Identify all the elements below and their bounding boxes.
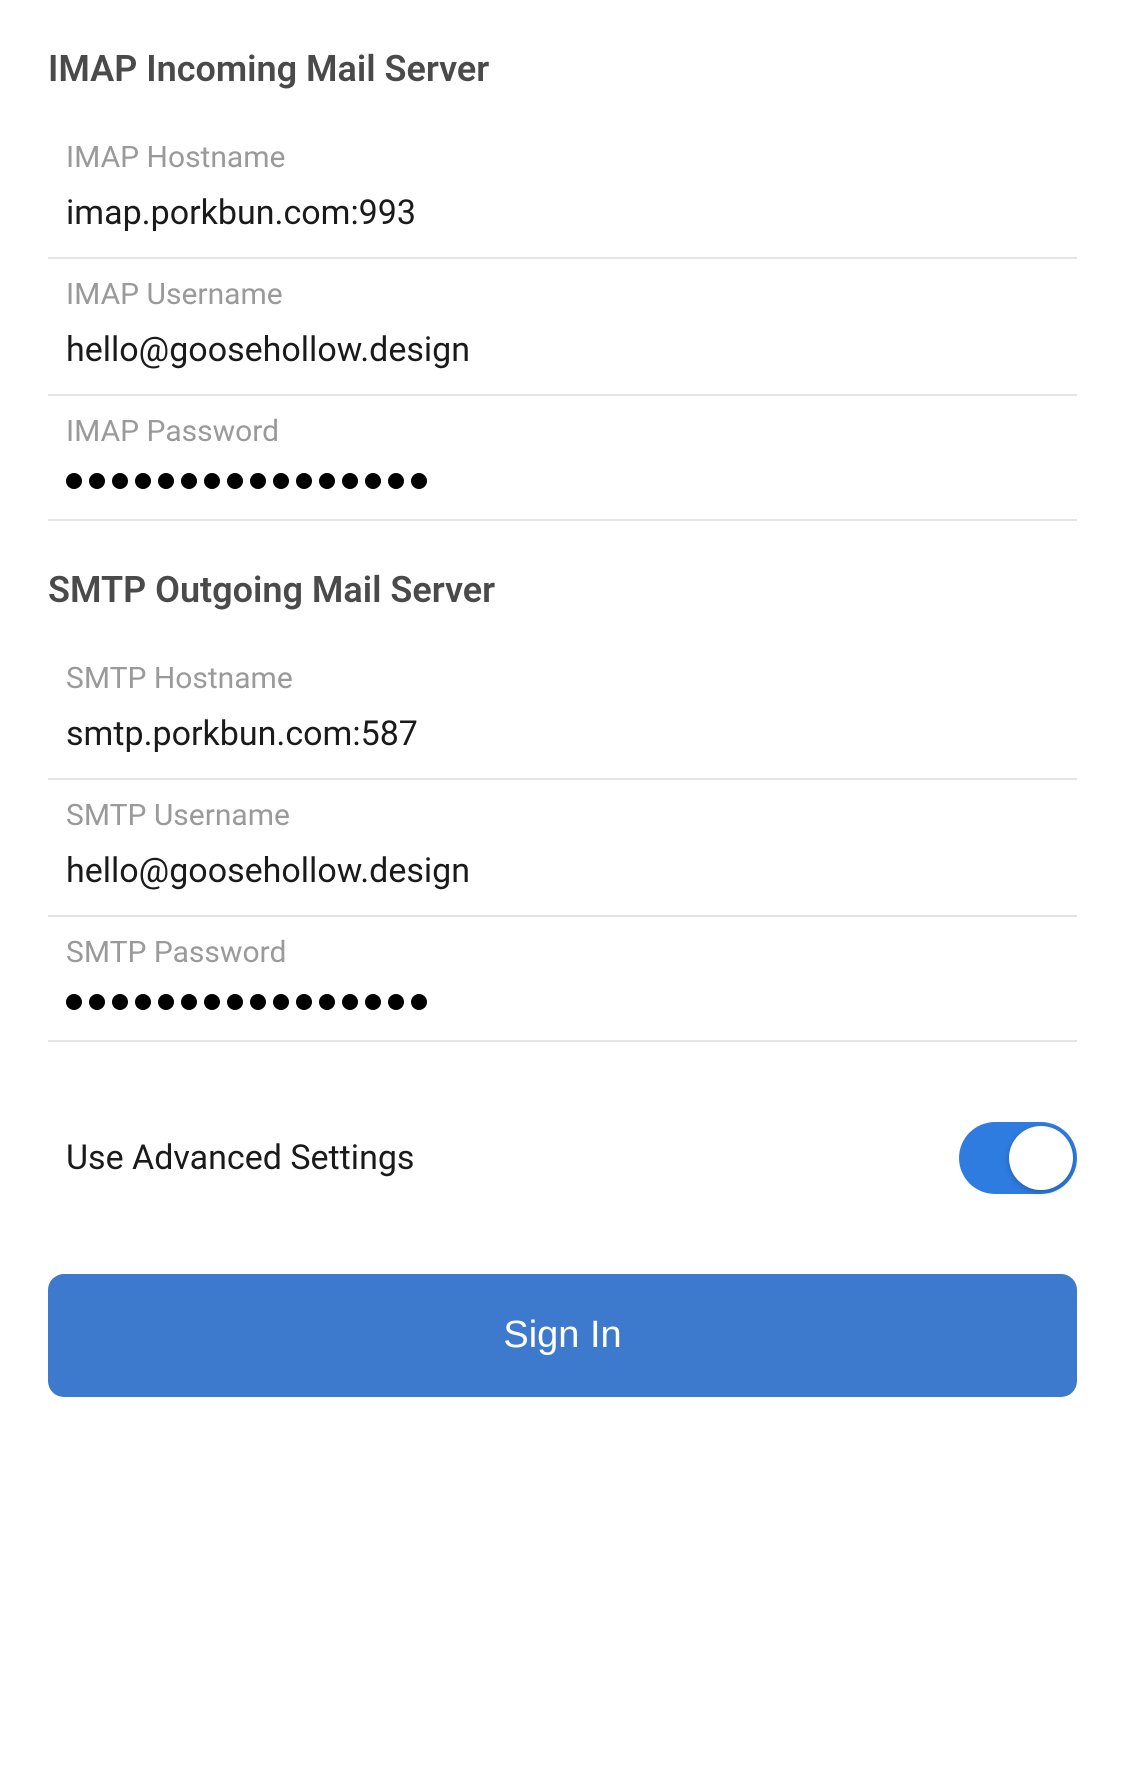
imap-username-value: hello@goosehollow.design [66,330,1077,370]
imap-hostname-label: IMAP Hostname [66,140,1077,175]
smtp-username-label: SMTP Username [66,798,1077,833]
smtp-hostname-label: SMTP Hostname [66,661,1077,696]
imap-username-label: IMAP Username [66,277,1077,312]
toggle-knob [1009,1126,1073,1190]
imap-hostname-value: imap.porkbun.com:993 [66,193,1077,233]
advanced-settings-row: Use Advanced Settings [48,1090,1077,1226]
smtp-hostname-value: smtp.porkbun.com:587 [66,714,1077,754]
advanced-settings-toggle[interactable] [959,1122,1077,1194]
smtp-username-value: hello@goosehollow.design [66,851,1077,891]
imap-hostname-field[interactable]: IMAP Hostname imap.porkbun.com:993 [48,122,1077,259]
imap-section-title: IMAP Incoming Mail Server [48,48,1077,90]
smtp-username-field[interactable]: SMTP Username hello@goosehollow.design [48,780,1077,917]
imap-password-value [66,467,1077,495]
smtp-password-value [66,988,1077,1016]
imap-password-field[interactable]: IMAP Password [48,396,1077,521]
smtp-password-field[interactable]: SMTP Password [48,917,1077,1042]
smtp-hostname-field[interactable]: SMTP Hostname smtp.porkbun.com:587 [48,643,1077,780]
advanced-settings-label: Use Advanced Settings [66,1138,414,1178]
imap-password-label: IMAP Password [66,414,1077,449]
signin-button[interactable]: Sign In [48,1274,1077,1397]
imap-username-field[interactable]: IMAP Username hello@goosehollow.design [48,259,1077,396]
smtp-section-title: SMTP Outgoing Mail Server [48,569,1077,611]
smtp-password-label: SMTP Password [66,935,1077,970]
